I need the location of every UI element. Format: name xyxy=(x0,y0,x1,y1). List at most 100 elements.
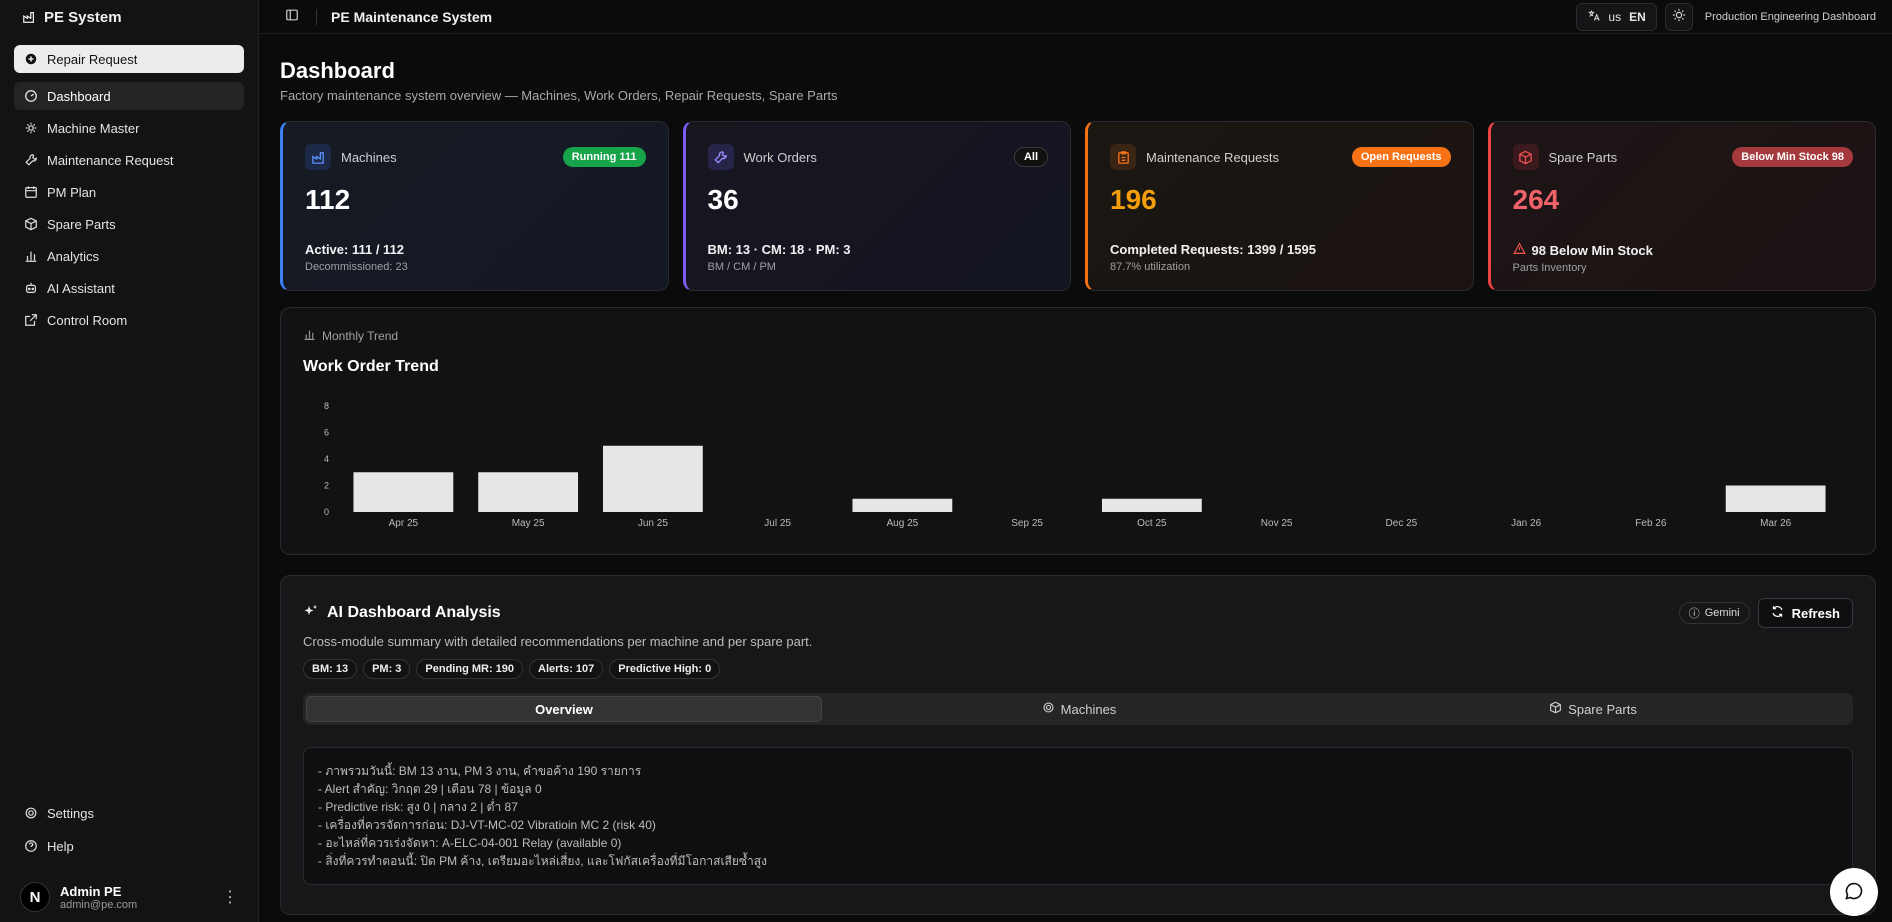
avatar: N xyxy=(20,882,50,912)
card-header: Work Orders All xyxy=(707,144,1048,170)
sidebar-item-analytics[interactable]: Analytics xyxy=(14,242,244,270)
tab-overview[interactable]: Overview xyxy=(306,696,822,722)
card-value: 36 xyxy=(707,184,739,215)
user-info: Admin PE admin@pe.com xyxy=(60,884,137,911)
model-name: Gemini xyxy=(1704,607,1740,619)
bar-chart-icon xyxy=(24,249,38,263)
x-tick-label: Aug 25 xyxy=(887,518,919,529)
stat-chip: PM: 3 xyxy=(363,659,411,679)
sidebar-item-control-room[interactable]: Control Room xyxy=(14,306,244,334)
user-menu[interactable]: N Admin PE admin@pe.com ⋮ xyxy=(14,872,244,922)
calendar-icon xyxy=(24,185,38,199)
ai-output: - ภาพรวมวันนี้: BM 13 งาน, PM 3 งาน, คำข… xyxy=(303,747,1853,885)
model-badge: ⓘ Gemini xyxy=(1678,602,1750,624)
y-tick-label: 4 xyxy=(324,454,329,464)
sidebar-item-label: Analytics xyxy=(47,248,100,264)
chart-bar[interactable] xyxy=(353,472,454,512)
y-tick-label: 6 xyxy=(324,428,329,438)
x-tick-label: Nov 25 xyxy=(1261,518,1293,529)
ai-tabs: Overview Machines Spare Parts xyxy=(303,693,1853,725)
repair-request-label: Repair Request xyxy=(47,51,138,67)
card-value: 196 xyxy=(1110,184,1157,215)
sidebar-item-label: AI Assistant xyxy=(47,280,115,296)
repair-request-button[interactable]: Repair Request xyxy=(14,45,244,73)
sidebar-item-label: Help xyxy=(47,838,74,854)
tab-spare-parts[interactable]: Spare Parts xyxy=(1336,696,1850,722)
ai-description: Cross-module summary with detailed recom… xyxy=(303,634,813,649)
refresh-label: Refresh xyxy=(1791,605,1840,621)
sidebar-item-help[interactable]: Help xyxy=(14,832,244,860)
sidebar-item-label: Machine Master xyxy=(47,120,140,136)
sidebar-item-dashboard[interactable]: Dashboard xyxy=(14,82,244,110)
sidebar-item-machine-master[interactable]: Machine Master xyxy=(14,114,244,142)
machines-card[interactable]: Machines Running 111 112 Active: 111 / 1… xyxy=(280,121,669,291)
info-icon: ⓘ xyxy=(1688,608,1700,620)
chart-bar[interactable] xyxy=(852,498,953,512)
page-subtitle: Factory maintenance system overview — Ma… xyxy=(280,88,838,103)
sidebar-item-label: Settings xyxy=(47,805,94,821)
tab-machines[interactable]: Machines xyxy=(822,696,1336,722)
package-icon xyxy=(1549,701,1562,717)
stat-chip: BM: 13 xyxy=(303,659,358,679)
brand[interactable]: PE System xyxy=(0,0,258,34)
factory-icon xyxy=(305,144,331,170)
status-badge: Open Requests xyxy=(1351,147,1451,167)
sidebar-item-pm-plan[interactable]: PM Plan xyxy=(14,178,244,206)
sidebar-item-ai-assistant[interactable]: AI Assistant xyxy=(14,274,244,302)
more-vertical-icon[interactable]: ⋮ xyxy=(222,887,238,907)
translate-icon xyxy=(1587,9,1601,25)
ai-chips: BM: 13 PM: 3 Pending MR: 190 Alerts: 107… xyxy=(303,659,1853,679)
x-tick-label: Apr 25 xyxy=(389,518,419,529)
spare-parts-card[interactable]: Spare Parts Below Min Stock 98 264 98 Be… xyxy=(1487,121,1876,291)
sidebar-item-spare-parts[interactable]: Spare Parts xyxy=(14,210,244,238)
theme-toggle-button[interactable] xyxy=(1664,2,1693,31)
sidebar-item-maintenance-request[interactable]: Maintenance Request xyxy=(14,146,244,174)
maintenance-requests-card[interactable]: Maintenance Requests Open Requests 196 C… xyxy=(1085,121,1474,291)
sidebar-item-label: Maintenance Request xyxy=(47,152,174,168)
card-label: Work Orders xyxy=(743,149,817,165)
card-label: Spare Parts xyxy=(1548,149,1618,165)
output-line: - ภาพรวมวันนี้: BM 13 งาน, PM 3 งาน, คำข… xyxy=(318,764,642,778)
status-badge: All xyxy=(1013,147,1048,167)
bar-chart-icon xyxy=(303,328,316,344)
panel-left-icon xyxy=(285,8,299,25)
chart-bar[interactable] xyxy=(602,445,703,512)
sidebar-item-settings[interactable]: Settings xyxy=(14,799,244,827)
output-line: - Predictive risk: สูง 0 | กลาง 2 | ต่ำ … xyxy=(318,800,518,814)
stat-chip: Predictive High: 0 xyxy=(609,659,721,679)
x-tick-label: Oct 25 xyxy=(1137,518,1167,529)
chat-button[interactable] xyxy=(1830,868,1878,916)
ai-analysis-panel: AI Dashboard Analysis ⓘ Gemini Refresh C… xyxy=(280,575,1876,915)
topbar-actions: us EN Production Engineering Dashboard xyxy=(1576,2,1876,31)
card-note: 87.7% utilization xyxy=(1110,261,1191,273)
card-header: Maintenance Requests Open Requests xyxy=(1110,144,1451,170)
main-content: Dashboard Factory maintenance system ove… xyxy=(280,58,1876,915)
tab-label: Machines xyxy=(1060,701,1117,717)
sun-icon xyxy=(1672,8,1686,25)
card-detail: Active: 111 / 112 xyxy=(305,242,405,257)
sidebar-toggle-button[interactable] xyxy=(282,7,302,27)
topbar: PE Maintenance System us EN Production E… xyxy=(260,0,1892,34)
chart-bar[interactable] xyxy=(1101,498,1202,512)
x-tick-label: Dec 25 xyxy=(1386,518,1418,529)
card-note: Decommissioned: 23 xyxy=(305,261,408,273)
chart-bar[interactable] xyxy=(1725,485,1826,513)
wrench-icon xyxy=(707,144,734,170)
bot-icon xyxy=(24,281,38,295)
refresh-button[interactable]: Refresh xyxy=(1757,598,1853,628)
work-orders-card[interactable]: Work Orders All 36 BM: 13 · CM: 18 · PM:… xyxy=(682,121,1071,291)
trend-kicker-label: Monthly Trend xyxy=(322,329,399,343)
chart-bar[interactable] xyxy=(478,472,579,512)
language-region: us xyxy=(1608,9,1622,24)
card-detail: 98 Below Min Stock xyxy=(1531,242,1653,258)
output-line: - เครื่องที่ควรจัดการก่อน: DJ-VT-MC-02 V… xyxy=(318,818,656,832)
card-header: Machines Running 111 xyxy=(305,144,646,170)
app-title: PE Maintenance System xyxy=(331,8,493,25)
card-header: Spare Parts Below Min Stock 98 xyxy=(1512,144,1853,170)
language-switcher[interactable]: us EN xyxy=(1576,2,1657,31)
chart-title: Work Order Trend xyxy=(303,358,439,375)
sparkles-icon xyxy=(303,604,319,623)
card-note: BM / CM / PM xyxy=(707,261,776,273)
x-tick-label: Mar 26 xyxy=(1760,518,1792,529)
work-order-trend-panel: Monthly Trend Work Order Trend 0 2 4 6 8 Apr … xyxy=(280,307,1876,555)
